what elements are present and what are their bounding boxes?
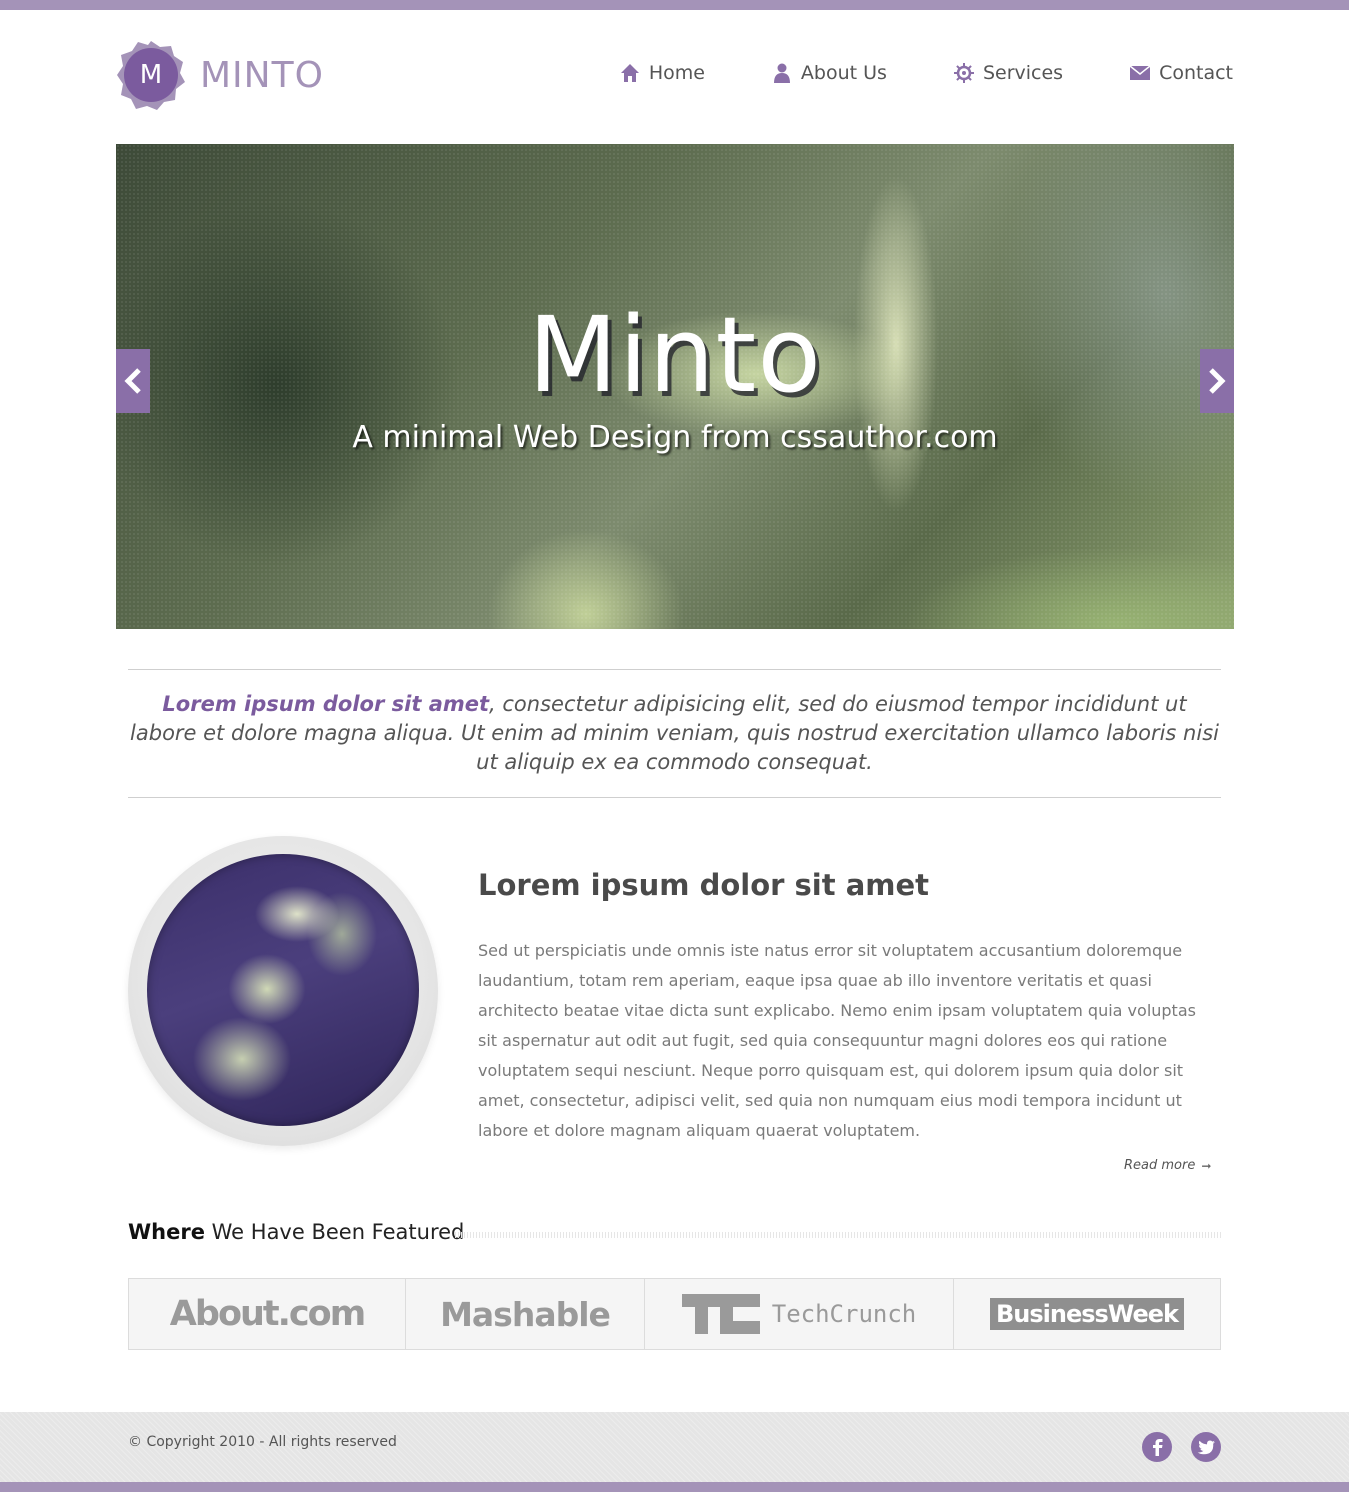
top-accent-bar xyxy=(0,0,1349,10)
nav-about-us[interactable]: About Us xyxy=(771,58,887,88)
feature-image xyxy=(147,854,419,1126)
chevron-left-icon xyxy=(124,368,141,394)
logo-badge: M xyxy=(116,40,186,110)
slider-next-button[interactable] xyxy=(1200,349,1234,413)
gear-icon xyxy=(953,62,975,84)
feature-title: Lorem ipsum dolor sit amet xyxy=(478,868,930,902)
twitter-button[interactable] xyxy=(1191,1432,1221,1462)
nav-contact[interactable]: Contact xyxy=(1129,58,1233,88)
techcrunch-mark-icon xyxy=(681,1294,760,1334)
hero-slider: Minto A minimal Web Design from cssautho… xyxy=(116,144,1234,629)
user-icon xyxy=(771,62,793,84)
about-logo: About.com xyxy=(169,1294,366,1334)
nav-contact-label: Contact xyxy=(1159,62,1233,84)
envelope-icon xyxy=(1129,62,1151,84)
featured-heading-strong: Where xyxy=(128,1220,205,1244)
techcrunch-text: TechCrunch xyxy=(771,1300,917,1328)
slider-title: Minto xyxy=(528,294,822,416)
twitter-icon xyxy=(1197,1440,1215,1454)
businessweek-logo: BusinessWeek xyxy=(990,1298,1184,1330)
site-logo[interactable]: M MINTO xyxy=(116,40,336,110)
arrow-right-icon: ➞ xyxy=(1201,1158,1212,1173)
nav-services[interactable]: Services xyxy=(953,58,1063,88)
facebook-button[interactable] xyxy=(1142,1432,1172,1462)
nav-home[interactable]: Home xyxy=(619,58,705,88)
home-icon xyxy=(619,62,641,84)
featured-mashable[interactable]: Mashable xyxy=(406,1279,645,1349)
featured-heading-rule xyxy=(455,1232,1221,1238)
techcrunch-logo: TechCrunch xyxy=(681,1294,917,1334)
nav-home-label: Home xyxy=(648,62,705,84)
mashable-logo: Mashable xyxy=(440,1294,611,1334)
read-more-label: Read more xyxy=(1124,1158,1196,1173)
slider-prev-button[interactable] xyxy=(116,349,150,413)
intro-text: Lorem ipsum dolor sit amet, consectetur … xyxy=(128,690,1221,777)
feature-image-frame xyxy=(128,836,438,1146)
facebook-icon xyxy=(1153,1439,1163,1456)
featured-businessweek[interactable]: BusinessWeek xyxy=(954,1279,1220,1349)
feature-body: Sed ut perspiciatis unde omnis iste natu… xyxy=(478,941,1196,1140)
bottom-accent-bar xyxy=(0,1482,1349,1492)
slider-subtitle: A minimal Web Design from cssauthor.com xyxy=(352,420,998,455)
main-nav: Home About Us Services Contact xyxy=(619,58,1233,88)
chevron-right-icon xyxy=(1209,368,1226,394)
read-more-link[interactable]: Read more ➞ xyxy=(1124,1158,1211,1173)
featured-heading-rest: We Have Been Featured xyxy=(204,1220,465,1244)
featured-logos: About.com Mashable TechCrunch BusinessWe… xyxy=(128,1278,1221,1350)
intro-highlight[interactable]: Lorem ipsum dolor sit amet xyxy=(162,692,489,716)
logo-letter: M xyxy=(139,60,163,90)
featured-about[interactable]: About.com xyxy=(129,1279,406,1349)
nav-about-label: About Us xyxy=(800,62,887,84)
featured-heading: Where We Have Been Featured xyxy=(128,1220,464,1244)
copyright-text: © Copyright 2010 - All rights reserved xyxy=(128,1434,397,1450)
nav-services-label: Services xyxy=(982,62,1064,84)
footer: © Copyright 2010 - All rights reserved xyxy=(0,1412,1349,1482)
logo-text: MINTO xyxy=(200,54,324,96)
featured-techcrunch[interactable]: TechCrunch xyxy=(645,1279,954,1349)
divider-bottom xyxy=(128,797,1221,798)
divider-top xyxy=(128,669,1221,670)
